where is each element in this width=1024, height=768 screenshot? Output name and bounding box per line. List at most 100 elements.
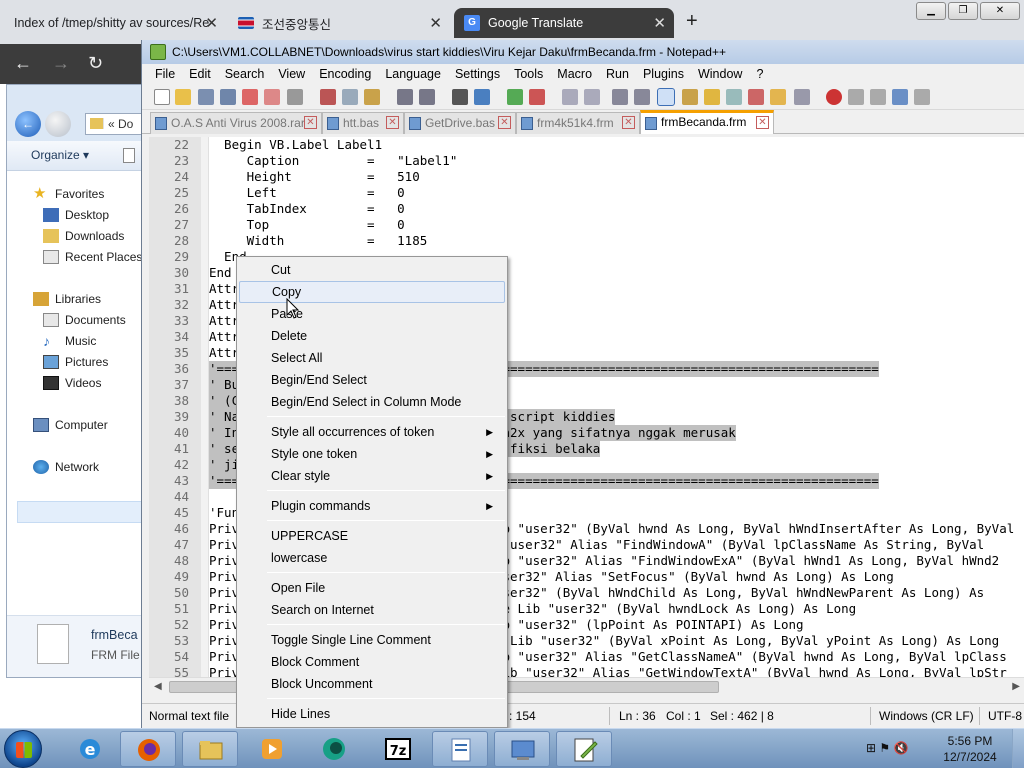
back-arrow-icon[interactable]: ← [14,53,32,74]
nav-videos[interactable]: Videos [43,376,101,390]
code-line[interactable]: 28 Width = 1185 [149,233,1024,249]
doc-tab[interactable]: GetDrive.bas ✕ [404,112,516,134]
menu-settings[interactable]: Settings [448,64,507,84]
maximize-button[interactable]: ❐ [948,2,978,20]
undo-icon[interactable] [397,89,413,105]
organize-button[interactable]: Organize ▾ [31,148,89,162]
redo-icon[interactable] [419,89,435,105]
monitoring-icon[interactable] [794,89,810,105]
code-line[interactable]: 26 TabIndex = 0 [149,201,1024,217]
menu-item-block-comment[interactable]: Block Comment [239,651,505,673]
browser-tab-google-translate[interactable]: G Google Translate ✕ [454,8,674,38]
close-file-icon[interactable] [242,89,258,105]
nav-music[interactable]: ♪ Music [43,334,96,348]
browser-tab-kcna[interactable]: 조선중앙통신 ✕ [228,8,450,38]
menu-run[interactable]: Run [599,64,636,84]
nav-pictures[interactable]: Pictures [43,355,108,369]
menu-search[interactable]: Search [218,64,272,84]
taskbar-ie[interactable]: e [62,731,118,767]
menu-item-delete[interactable]: Delete [239,325,505,347]
menu-encoding[interactable]: Encoding [312,64,378,84]
sync-vertical-icon[interactable] [562,89,578,105]
close-tab-icon[interactable]: ✕ [622,116,635,129]
code-line[interactable]: 25 Left = 0 [149,185,1024,201]
save-all-icon[interactable] [220,89,236,105]
menu-item-cut[interactable]: Cut [239,259,505,281]
window-close-button[interactable]: ✕ [980,2,1020,20]
view-icon[interactable] [123,148,135,163]
code-line[interactable]: 24 Height = 510 [149,169,1024,185]
indent-guide-icon[interactable] [657,88,675,106]
menu-item-lowercase[interactable]: lowercase [239,547,505,569]
menu-item-copy[interactable]: Copy [239,281,505,303]
menu-item-clear-style[interactable]: Clear style ▶ [239,465,505,487]
menu-tools[interactable]: Tools [507,64,550,84]
browser-tab-index[interactable]: Index of /tmep/shitty av sources/Re ✕ [4,8,226,38]
menu-item-begin-end-select-column[interactable]: Begin/End Select in Column Mode [239,391,505,413]
zoom-in-icon[interactable] [507,89,523,105]
save-macro-icon[interactable] [914,89,930,105]
menu-item-begin-end-select[interactable]: Begin/End Select [239,369,505,391]
menu-file[interactable]: File [148,64,182,84]
menu-item-hide-lines[interactable]: Hide Lines [239,703,505,725]
show-all-chars-icon[interactable] [634,89,650,105]
nav-libraries[interactable]: Libraries [33,292,101,306]
menu-item-block-uncomment[interactable]: Block Uncomment [239,673,505,695]
system-clock[interactable]: 5:56 PM 12/7/2024 [930,733,1010,765]
explorer-forward-button[interactable] [45,111,71,137]
close-tab-icon[interactable]: ✕ [386,116,399,129]
play-macro-icon[interactable] [870,89,886,105]
udl-icon[interactable] [682,89,698,105]
show-desktop-button[interactable] [1012,729,1024,768]
menu-item-toggle-comment[interactable]: Toggle Single Line Comment [239,629,505,651]
taskbar-green-app[interactable] [306,731,362,767]
menu-item-select-all[interactable]: Select All [239,347,505,369]
paste-icon[interactable] [364,89,380,105]
menu-help[interactable]: ? [749,64,770,84]
copy-icon[interactable] [342,89,358,105]
new-file-icon[interactable] [154,89,170,105]
scroll-left-icon[interactable]: ◀ [154,681,162,692]
sync-horizontal-icon[interactable] [584,89,600,105]
run-macro-multiple-icon[interactable] [892,89,908,105]
explorer-back-button[interactable]: ← [15,111,41,137]
code-line[interactable]: 23 Caption = "Label1" [149,153,1024,169]
menu-window[interactable]: Window [691,64,749,84]
code-line[interactable]: 22 Begin VB.Label Label1 [149,137,1024,153]
print-icon[interactable] [287,89,303,105]
menu-item-paste[interactable]: Paste [239,303,505,325]
word-wrap-icon[interactable] [612,89,628,105]
record-macro-icon[interactable] [826,89,842,105]
doc-tab[interactable]: frm4k51k4.frm ✕ [516,112,640,134]
doc-tab[interactable]: htt.bas ✕ [322,112,404,134]
taskbar-notepadpp[interactable] [556,731,612,767]
taskbar-control-panel[interactable] [494,731,550,767]
menu-plugins[interactable]: Plugins [636,64,691,84]
nav-recent-places[interactable]: Recent Places [43,250,142,264]
new-tab-button[interactable]: + [686,10,698,33]
close-tab-icon[interactable]: ✕ [498,116,511,129]
nav-downloads[interactable]: Downloads [43,229,124,243]
reload-icon[interactable]: ↻ [88,53,103,74]
replace-icon[interactable] [474,89,490,105]
doc-list-icon[interactable] [726,89,742,105]
doc-tab-active[interactable]: frmBecanda.frm ✕ [640,110,774,134]
doc-tab[interactable]: O.A.S Anti Virus 2008.rar ✕ [150,112,322,134]
start-button[interactable] [4,730,42,768]
nav-favorites[interactable]: ★ Favorites [33,186,104,201]
folder-workspace-icon[interactable] [770,89,786,105]
menu-view[interactable]: View [271,64,312,84]
menu-macro[interactable]: Macro [550,64,599,84]
code-line[interactable]: 27 Top = 0 [149,217,1024,233]
menu-item-open-file[interactable]: Open File [239,577,505,599]
close-tab-icon[interactable]: ✕ [304,116,317,129]
minimize-button[interactable]: ▁ [916,2,946,20]
find-icon[interactable] [452,89,468,105]
tray-icons[interactable]: ⊞ ⚑ 🔇 [866,741,908,755]
close-all-icon[interactable] [264,89,280,105]
scroll-right-icon[interactable]: ▶ [1012,681,1020,692]
menu-language[interactable]: Language [378,64,448,84]
open-file-icon[interactable] [175,89,191,105]
menu-item-plugin-commands[interactable]: Plugin commands ▶ [239,495,505,517]
close-icon[interactable]: ✕ [653,14,666,32]
